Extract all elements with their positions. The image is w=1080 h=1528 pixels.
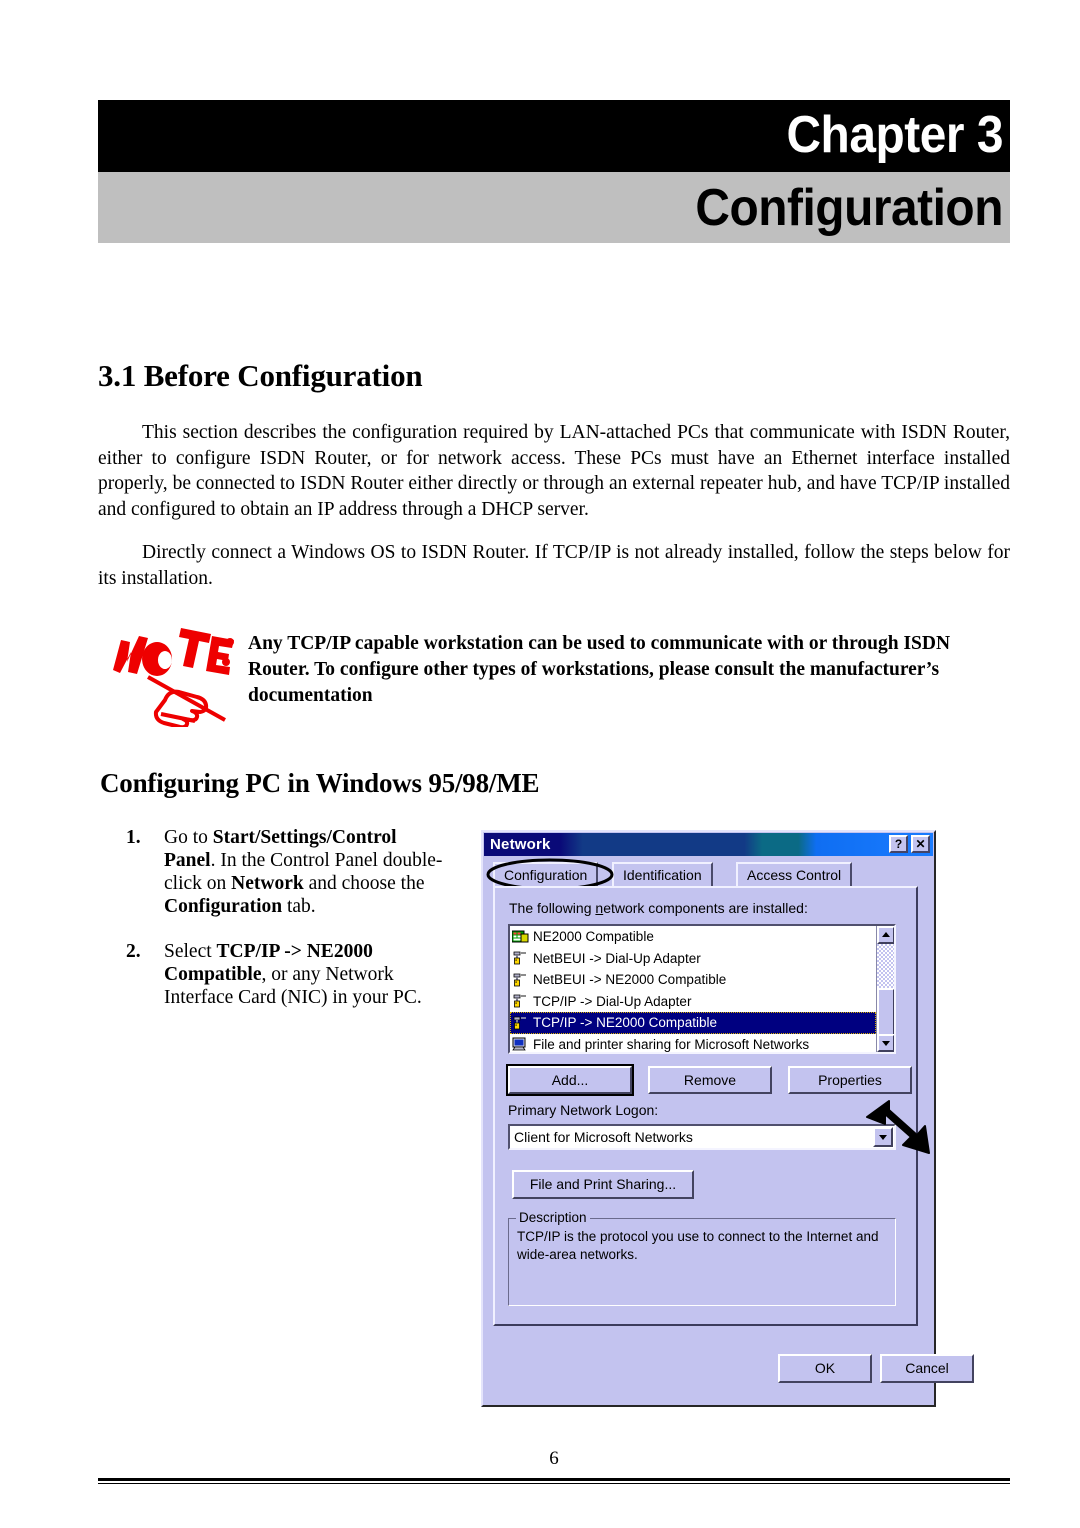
network-dialog[interactable]: Network ? ✕ Configuration Identification…	[481, 830, 974, 1407]
dialog-titlebar[interactable]: Network ? ✕	[484, 833, 933, 856]
chevron-down-icon[interactable]	[873, 1127, 893, 1147]
tab-identification[interactable]: Identification	[612, 862, 713, 886]
protocol-icon	[513, 994, 526, 1008]
chapter-banner-bottom: Configuration	[98, 172, 1010, 243]
note-callout: Any TCP/IP capable workstation can be us…	[100, 620, 1012, 730]
tab-access-control[interactable]: Access Control	[736, 862, 853, 886]
description-groupbox: Description TCP/IP is the protocol you u…	[508, 1210, 896, 1306]
primary-network-logon-label: Primary Network Logon:	[508, 1102, 659, 1118]
step-item-1: 1. Go to Start/Settings/Control Panel. I…	[118, 826, 448, 918]
titlebar-button-group: ? ✕	[889, 835, 930, 853]
step-item-2: 2. Select TCP/IP -> NE2000 Compatible, o…	[118, 940, 448, 1009]
chapter-banner-top: Chapter 3	[98, 100, 1010, 172]
add-button[interactable]: Add...	[508, 1066, 632, 1094]
add-button-label: Add...	[551, 1072, 589, 1088]
description-text: TCP/IP is the protocol you use to connec…	[517, 1229, 879, 1262]
description-legend: Description	[516, 1210, 590, 1225]
list-item-label: File and printer sharing for Microsoft N…	[533, 1036, 810, 1052]
step-number-1: 1.	[126, 827, 141, 848]
chapter-title: Configuration	[695, 179, 1003, 237]
chapter-label: Chapter 3	[786, 106, 1003, 164]
section-heading: 3.1 Before Configuration	[98, 358, 423, 393]
page-number: 6	[549, 1448, 559, 1469]
note-icon	[113, 628, 234, 727]
subsection-heading: Configuring PC in Windows 95/98/ME	[100, 768, 540, 798]
steps-list: 1. Go to Start/Settings/Control Panel. I…	[118, 826, 448, 1031]
footer-divider	[98, 1478, 1010, 1484]
list-item[interactable]: NE2000 Compatible	[510, 926, 876, 948]
body-paragraph-1: This section describes the configuration…	[98, 420, 1010, 522]
list-item-label: TCP/IP -> NE2000 Compatible	[533, 1015, 717, 1031]
list-item[interactable]: NetBEUI -> NE2000 Compatible	[510, 969, 876, 991]
step-number-2: 2.	[126, 941, 141, 962]
remove-button-label: Remove	[683, 1072, 737, 1088]
file-print-sharing-icon	[512, 1037, 526, 1051]
list-item-label: TCP/IP -> Dial-Up Adapter	[533, 993, 692, 1009]
network-components-listbox[interactable]: NE2000 Compatible NetBEUI -> Dial-Up Ada…	[508, 924, 896, 1054]
ok-button-label: OK	[814, 1360, 836, 1376]
protocol-icon	[513, 973, 526, 987]
body-paragraph-2-text: Directly connect a Windows OS to ISDN Ro…	[98, 542, 1010, 589]
network-adapter-icon	[512, 930, 529, 943]
list-item-selected[interactable]: TCP/IP -> NE2000 Compatible	[510, 1012, 876, 1034]
body-paragraph-2: Directly connect a Windows OS to ISDN Ro…	[98, 540, 1010, 591]
configuration-tab-panel: The following network components are ins…	[493, 886, 918, 1326]
scroll-down-icon[interactable]	[877, 1034, 894, 1052]
protocol-icon	[513, 951, 526, 965]
dialog-title: Network	[490, 836, 551, 853]
step-text-1: Go to Start/Settings/Control Panel. In t…	[164, 827, 443, 917]
cancel-button-label: Cancel	[905, 1360, 949, 1376]
scrollbar-track[interactable]	[877, 944, 894, 1052]
file-and-print-sharing-label: File and Print Sharing...	[529, 1176, 677, 1192]
list-item[interactable]: NetBEUI -> Dial-Up Adapter	[510, 948, 876, 970]
network-components-items: NE2000 Compatible NetBEUI -> Dial-Up Ada…	[510, 926, 876, 1052]
protocol-icon	[513, 1016, 526, 1030]
remove-button[interactable]: Remove	[648, 1066, 772, 1094]
list-item[interactable]: TCP/IP -> Dial-Up Adapter	[510, 991, 876, 1013]
list-item[interactable]: File and printer sharing for Microsoft N…	[510, 1034, 876, 1053]
tab-configuration[interactable]: Configuration	[493, 862, 599, 886]
primary-network-logon-value: Client for Microsoft Networks	[514, 1129, 693, 1145]
listbox-scrollbar[interactable]	[876, 926, 894, 1052]
help-icon[interactable]: ?	[889, 835, 908, 853]
properties-button-label: Properties	[818, 1072, 882, 1088]
components-label: The following network components are ins…	[509, 900, 808, 916]
list-item-label: NetBEUI -> Dial-Up Adapter	[533, 950, 701, 966]
file-and-print-sharing-button[interactable]: File and Print Sharing...	[512, 1170, 694, 1199]
cancel-button[interactable]: Cancel	[880, 1354, 974, 1383]
ok-button[interactable]: OK	[778, 1354, 872, 1383]
properties-button[interactable]: Properties	[788, 1066, 912, 1094]
step-text-2: Select TCP/IP -> NE2000 Compatible, or a…	[164, 941, 422, 1008]
body-paragraph-1-text: This section describes the configuration…	[98, 422, 1010, 520]
primary-network-logon-combobox[interactable]: Client for Microsoft Networks	[508, 1124, 896, 1150]
list-item-label: NE2000 Compatible	[533, 929, 654, 945]
dialog-tabstrip[interactable]: Configuration Identification Access Cont…	[486, 858, 934, 891]
list-item-label: NetBEUI -> NE2000 Compatible	[533, 972, 727, 988]
close-icon[interactable]: ✕	[911, 835, 930, 853]
chapter-banner: Chapter 3 Configuration	[98, 100, 1010, 243]
note-text: Any TCP/IP capable workstation can be us…	[248, 633, 951, 706]
scroll-up-icon[interactable]	[877, 926, 894, 944]
